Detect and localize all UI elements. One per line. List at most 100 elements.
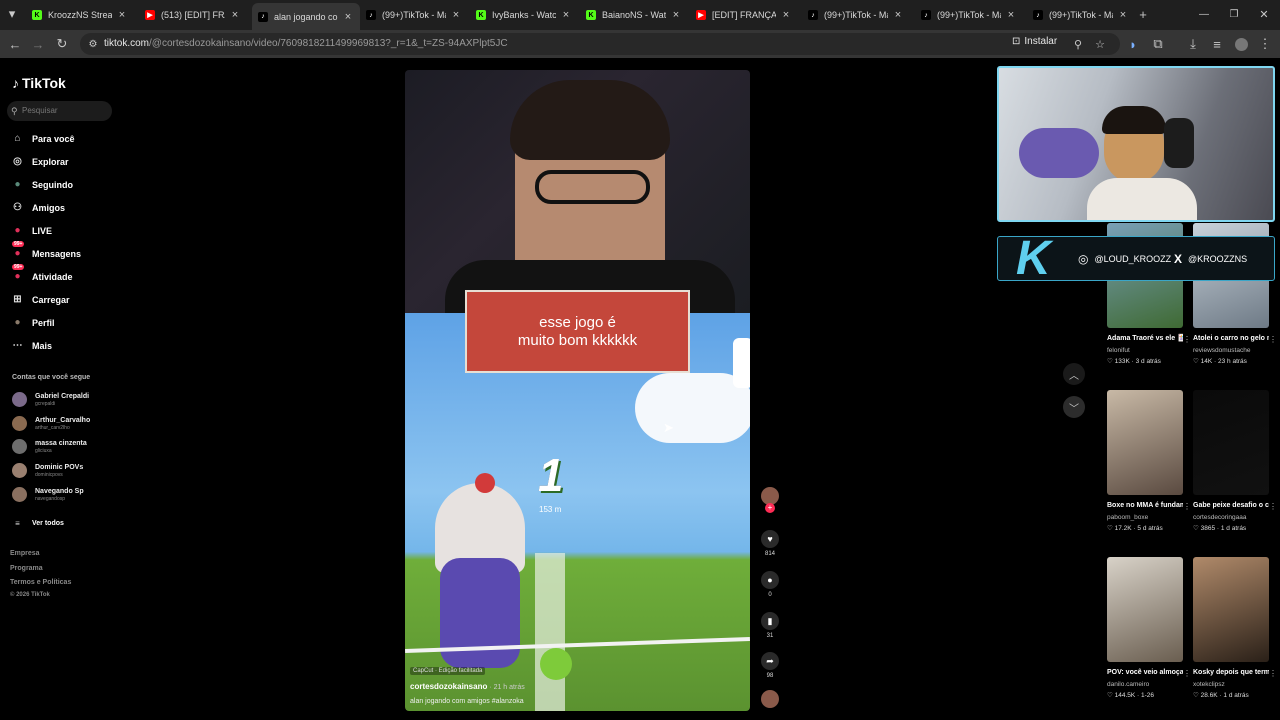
- back-arrow-icon[interactable]: ←: [7, 36, 23, 52]
- reload-icon[interactable]: ↻: [54, 36, 70, 52]
- sidebar-item-perfil[interactable]: ● Perfil: [11, 316, 54, 329]
- sidebar-item-seguindo[interactable]: ● Seguindo: [11, 178, 73, 191]
- more-options-icon[interactable]: ⋮: [1269, 502, 1277, 511]
- tab-close-icon[interactable]: ×: [1005, 9, 1017, 21]
- tab-close-icon[interactable]: ×: [342, 11, 354, 23]
- recommended-video-card[interactable]: Gabe peixe desafio o coringa... cortesdec…: [1193, 390, 1277, 532]
- avatar: [12, 463, 27, 478]
- extension-audio-icon[interactable]: ◗: [1125, 36, 1141, 52]
- extensions-puzzle-icon[interactable]: ⧉: [1150, 36, 1166, 52]
- sidebar-item-mais[interactable]: ⋯ Mais: [11, 339, 53, 352]
- window-close-icon[interactable]: ✕: [1256, 6, 1272, 22]
- view-count: 17.2K: [1114, 525, 1132, 532]
- window-minimize-icon[interactable]: —: [1196, 6, 1212, 22]
- sidebar-item-explorar[interactable]: ◎ Explorar: [11, 155, 68, 168]
- profile-avatar-icon[interactable]: [1233, 36, 1249, 52]
- new-tab-plus-icon[interactable]: +: [1135, 6, 1151, 22]
- following-account-item[interactable]: Gabriel Crepaldi gcrepaldi: [12, 392, 89, 407]
- profile-avatar-icon: ●: [14, 317, 21, 328]
- following-account-item[interactable]: massa cinzenta gliciuxa: [12, 439, 87, 454]
- list-icon: ≡: [15, 519, 20, 528]
- tiktok-logo[interactable]: ♪ TikTok: [12, 75, 66, 91]
- more-options-icon[interactable]: ⋮: [1183, 502, 1191, 511]
- more-options-icon[interactable]: ⋮: [1183, 335, 1191, 344]
- browser-tab[interactable]: ♪ (99+)TikTok - Ma ×: [1027, 4, 1135, 26]
- sound-disc-button[interactable]: [757, 690, 783, 708]
- video-description[interactable]: alan jogando com amigos #alanzoka: [410, 698, 525, 705]
- video-author[interactable]: cortesdozokainsano · 21 h atrás: [410, 682, 525, 691]
- browser-tab[interactable]: ♪ (99+)TikTok - Ma ×: [915, 4, 1023, 26]
- recommended-video-card[interactable]: Kosky depois que terminou virou o... xote…: [1193, 557, 1277, 699]
- address-bar[interactable]: ⚙ tiktok.com/@cortesdozokainsano/video/7…: [80, 33, 1120, 55]
- browser-tab[interactable]: ♪ (99+)TikTok - Ma ×: [360, 4, 468, 26]
- comment-button[interactable]: ● 0: [757, 571, 783, 598]
- downloads-icon[interactable]: ⤓: [1185, 36, 1201, 52]
- tab-close-icon[interactable]: ×: [670, 9, 682, 21]
- tab-title: [EDIT] FRANÇA: A: [712, 10, 776, 20]
- following-account-item[interactable]: Dominic POVs dominicpovs: [12, 463, 83, 478]
- tab-close-icon[interactable]: ×: [229, 9, 241, 21]
- url-text[interactable]: tiktok.com/@cortesdozokainsano/video/760…: [104, 38, 508, 49]
- follow-plus-icon[interactable]: +: [765, 503, 775, 513]
- sidebar-item-mensagens[interactable]: ● 99+ Mensagens: [11, 241, 81, 260]
- video-player[interactable]: 1 153 m esse jogo é muito bom kkkkkk CapC…: [405, 70, 750, 711]
- tab-close-icon[interactable]: ×: [1117, 9, 1129, 21]
- sidebar-item-para-voc-[interactable]: ⌂ Para você: [11, 132, 74, 145]
- recommended-video-meta: ♡ 17.2K · 5 d atrás: [1107, 524, 1183, 532]
- bookmark-star-icon[interactable]: ☆: [1092, 36, 1108, 52]
- browser-tab[interactable]: K IvyBanks - Watch ×: [470, 4, 578, 26]
- tab-search-chevron-icon[interactable]: ▾: [4, 6, 20, 22]
- video-thumbnail: [1193, 557, 1269, 662]
- footer-link[interactable]: Programa: [10, 565, 43, 572]
- sidebar-item-live[interactable]: ● LIVE: [11, 224, 52, 237]
- browser-tab[interactable]: K KroozzNS Stream ×: [26, 4, 134, 26]
- browser-menu-icon[interactable]: ⋮: [1257, 36, 1273, 52]
- share-button[interactable]: ➦ 98: [757, 652, 783, 679]
- like-button[interactable]: ♥ 814: [757, 530, 783, 557]
- browser-tab[interactable]: ♪ alan jogando com ×: [252, 3, 360, 30]
- previous-video-button[interactable]: ︿: [1063, 363, 1085, 385]
- following-account-item[interactable]: Arthur_Carvalho arthur_carv2lho: [12, 416, 90, 431]
- recommended-video-card[interactable]: POV: você veio almoçar com a... danilo.ca…: [1107, 557, 1191, 699]
- sidebar-item-amigos[interactable]: ⚇ Amigos: [11, 201, 65, 214]
- comment-count: 0: [768, 592, 772, 598]
- save-button[interactable]: ▮ 31: [757, 612, 783, 639]
- youtube-favicon-icon: ▶: [145, 10, 155, 20]
- following-account-name: Gabriel Crepaldi: [35, 393, 90, 400]
- following-account-item[interactable]: Navegando Sp navegandosp: [12, 487, 84, 502]
- more-options-icon[interactable]: ⋮: [1183, 669, 1191, 678]
- sidebar-item-carregar[interactable]: ⊞ Carregar: [11, 293, 69, 306]
- tab-close-icon[interactable]: ×: [116, 9, 128, 21]
- tab-close-icon[interactable]: ×: [892, 9, 904, 21]
- search-input[interactable]: ⚲ Pesquisar: [7, 101, 112, 121]
- browser-toolbar: ← → ↻ ⚙ tiktok.com/@cortesdozokainsano/v…: [0, 30, 1280, 58]
- sidebar-item-atividade[interactable]: ● 99+ Atividade: [11, 264, 73, 283]
- tab-close-icon[interactable]: ×: [450, 9, 462, 21]
- footer-link[interactable]: Termos e Políticas: [10, 579, 71, 586]
- live-icon: ●: [14, 225, 21, 236]
- install-app-button[interactable]: ⊡ Instalar: [1012, 36, 1057, 47]
- recommended-video-card[interactable]: Boxe no MMA é fundamentol... paboom_boxe ♡…: [1107, 390, 1191, 532]
- media-controls-icon[interactable]: ≡: [1209, 36, 1225, 52]
- tab-close-icon[interactable]: ×: [560, 9, 572, 21]
- tab-title: (99+)TikTok - Ma: [1049, 10, 1113, 20]
- zoom-search-icon[interactable]: ⚲: [1070, 36, 1086, 52]
- footer-link[interactable]: Empresa: [10, 550, 40, 557]
- capcut-tag[interactable]: CapCut · Edição facilitada: [410, 667, 486, 675]
- sidebar-item-label: LIVE: [32, 225, 53, 236]
- view-count: 144.5K: [1114, 692, 1136, 699]
- creator-avatar-button[interactable]: +: [757, 487, 783, 513]
- forward-arrow-icon[interactable]: →: [30, 36, 46, 52]
- browser-tab[interactable]: K BaianoNS - Watc ×: [580, 4, 688, 26]
- next-video-button[interactable]: ﹀: [1063, 396, 1085, 418]
- window-restore-icon[interactable]: ❐: [1226, 6, 1242, 22]
- browser-tab[interactable]: ♪ (99+)TikTok - Ma ×: [802, 4, 910, 26]
- browser-tab[interactable]: ▶ [EDIT] FRANÇA: A ×: [690, 4, 798, 26]
- recommended-video-meta: ♡ 14K · 23 h atrás: [1193, 357, 1269, 365]
- browser-tab[interactable]: ▶ (513) [EDIT] FRAN ×: [139, 4, 247, 26]
- tab-close-icon[interactable]: ×: [780, 9, 792, 21]
- more-options-icon[interactable]: ⋮: [1269, 669, 1277, 678]
- more-options-icon[interactable]: ⋮: [1269, 335, 1277, 344]
- site-info-icon[interactable]: ⚙: [85, 36, 101, 52]
- see-all-following-link[interactable]: ≡ Ver todos: [11, 517, 64, 530]
